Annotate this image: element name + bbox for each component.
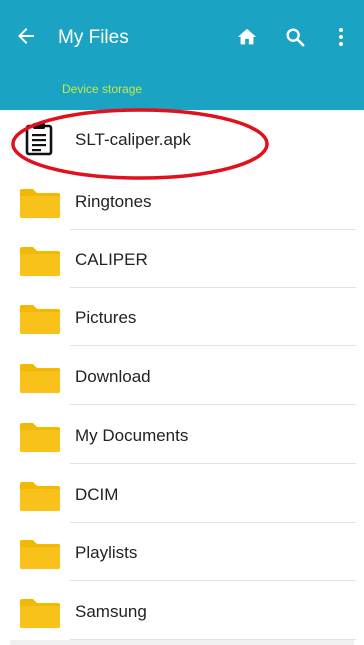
list-item-folder[interactable]: My Documents [0, 406, 364, 464]
file-manager-screen: My Files Device storage SLT-caliper.apk … [0, 0, 364, 645]
list-item-label: Samsung [75, 602, 147, 621]
more-vert-icon[interactable] [334, 26, 348, 48]
folder-icon [20, 599, 60, 628]
breadcrumb[interactable]: Device storage [62, 81, 142, 97]
arrow-left-icon[interactable] [14, 24, 38, 48]
list-item-label: SLT-caliper.apk [75, 130, 191, 149]
list-item-folder[interactable]: Download [0, 347, 364, 405]
list-item-folder[interactable]: Pictures [0, 288, 364, 346]
list-item-label: Download [75, 367, 151, 386]
folder-icon [20, 189, 60, 218]
list-item-folder[interactable]: Ringtones [0, 172, 364, 230]
home-icon[interactable] [236, 26, 258, 48]
list-item-folder[interactable]: Playlists [0, 523, 364, 581]
app-bar: My Files Device storage [0, 0, 364, 110]
list-item-folder[interactable]: DCIM [0, 465, 364, 523]
list-item-apk[interactable]: SLT-caliper.apk [0, 110, 364, 168]
divider [70, 580, 356, 581]
list-item-label: Pictures [75, 308, 137, 327]
folder-icon [20, 247, 60, 276]
divider [70, 463, 356, 464]
bottom-edge [10, 640, 354, 645]
clipboard-file-icon [25, 123, 53, 156]
folder-icon [20, 540, 60, 569]
list-item-label: Playlists [75, 543, 138, 562]
toolbar: My Files [0, 0, 364, 70]
divider [70, 404, 356, 405]
list-item-label: DCIM [75, 485, 119, 504]
search-icon[interactable] [284, 26, 306, 48]
folder-icon [20, 305, 60, 334]
list-item-label: My Documents [75, 426, 189, 445]
list-item-folder[interactable]: CALIPER [0, 230, 364, 288]
folder-icon [20, 482, 60, 511]
list-item-label: CALIPER [75, 250, 148, 269]
list-item-label: Ringtones [75, 192, 152, 211]
page-title: My Files [58, 27, 129, 48]
list-item-folder[interactable]: Samsung [0, 582, 364, 640]
folder-icon [20, 364, 60, 393]
folder-icon [20, 423, 60, 452]
divider [70, 345, 356, 346]
